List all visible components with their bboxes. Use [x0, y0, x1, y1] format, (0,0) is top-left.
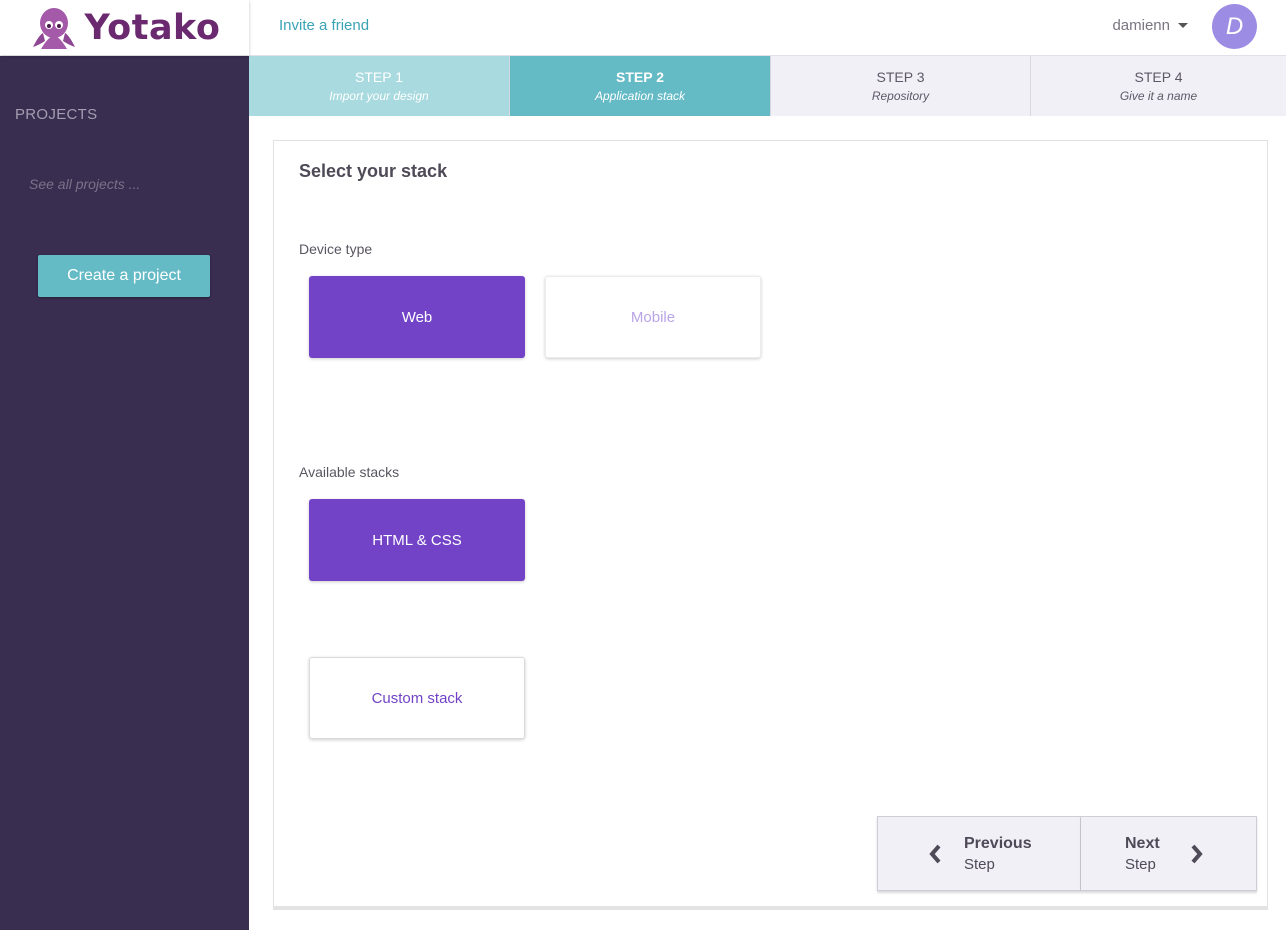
step-2[interactable]: STEP 2 Application stack	[510, 56, 771, 116]
page-title: Select your stack	[299, 161, 448, 181]
step-label: Application stack	[594, 89, 686, 103]
wizard-steps: STEP 1 Import your design STEP 2 Applica…	[249, 56, 1286, 116]
step-3[interactable]: STEP 3 Repository	[771, 56, 1031, 116]
device-type-label: Device type	[299, 241, 373, 257]
see-all-projects-link[interactable]: See all projects ...	[29, 176, 140, 192]
next-label: Next	[1125, 834, 1160, 852]
step-4[interactable]: STEP 4 Give it a name	[1031, 56, 1286, 116]
top-bar: Invite a friend damienn D	[249, 0, 1286, 56]
avatar[interactable]: D	[1212, 4, 1257, 49]
chevron-left-icon	[929, 844, 941, 863]
create-project-button[interactable]: Create a project	[38, 255, 210, 297]
projects-heading: PROJECTS	[15, 106, 98, 123]
previous-step-button[interactable]: Previous Step	[877, 816, 1081, 891]
step-label: Import your design	[329, 89, 429, 103]
step-label: Repository	[871, 89, 930, 103]
username: damienn	[1112, 17, 1170, 34]
step-number: STEP 1	[355, 69, 403, 85]
stack-option-custom[interactable]: Custom stack	[309, 657, 525, 739]
caret-down-icon	[1178, 23, 1188, 28]
device-option-web[interactable]: Web	[309, 276, 525, 358]
step-number: STEP 4	[1134, 69, 1183, 85]
stack-option-html-css[interactable]: HTML & CSS	[309, 499, 525, 581]
previous-sub-label: Step	[964, 855, 995, 873]
stack-selection-card: Select your stack Device type Web Mobile…	[273, 140, 1268, 910]
step-label: Give it a name	[1119, 89, 1198, 103]
step-1[interactable]: STEP 1 Import your design	[249, 56, 510, 116]
chevron-right-icon	[1191, 844, 1203, 863]
wizard-navigation: Previous Step Next Step	[877, 816, 1257, 891]
octopus-logo-icon	[32, 7, 75, 49]
step-number: STEP 3	[876, 69, 925, 85]
logo[interactable]: Yotako	[0, 0, 249, 55]
previous-label: Previous	[964, 834, 1032, 852]
step-number: STEP 2	[616, 69, 664, 85]
invite-friend-link[interactable]: Invite a friend	[279, 17, 369, 34]
device-option-mobile[interactable]: Mobile	[545, 276, 761, 358]
user-menu[interactable]: damienn	[1112, 17, 1188, 34]
available-stacks-label: Available stacks	[299, 464, 400, 480]
next-sub-label: Step	[1125, 855, 1156, 873]
app-name: Yotako	[84, 7, 221, 48]
next-step-button[interactable]: Next Step	[1081, 816, 1257, 891]
